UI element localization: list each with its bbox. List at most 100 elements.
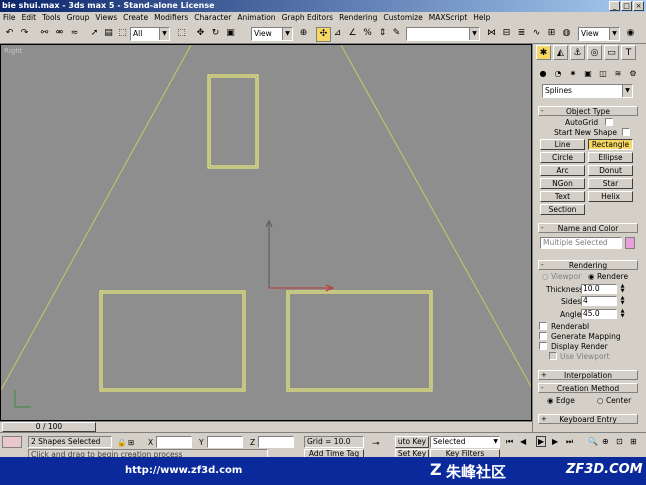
name-color-rollout[interactable]: - Name and Color [538,223,638,233]
renderable-checkbox[interactable] [539,322,547,330]
render-type-dropdown[interactable]: View ▼ [578,27,620,41]
rectangle-button[interactable]: Rectangle [588,139,633,150]
keyboard-entry-rollout[interactable]: + Keyboard Entry [538,414,638,424]
edit-named-selection-icon[interactable]: ✎ [390,27,403,40]
maximize-button[interactable]: □ [621,1,632,11]
select-manipulate-icon[interactable]: ✣ [316,27,331,42]
selection-filter-dropdown[interactable]: All ▼ [130,27,170,41]
ngon-button[interactable]: NGon [540,178,585,189]
menu-rendering[interactable]: Rendering [336,12,380,24]
helix-button[interactable]: Helix [588,191,633,202]
hierarchy-tab-icon[interactable]: ⚓ [570,45,585,60]
menu-modifiers[interactable]: Modifiers [151,12,191,24]
space-warps-icon[interactable]: ≋ [612,68,624,80]
region-select-icon[interactable]: ⬚ [116,27,129,40]
named-selection-dropdown[interactable]: ▼ [406,27,480,41]
thickness-spinner[interactable]: 10.0 [581,284,617,294]
absolute-mode-icon[interactable]: ⊞ [128,438,134,447]
interpolation-rollout[interactable]: + Interpolation [538,370,638,380]
auto-key-button[interactable]: uto Key [395,436,429,448]
motion-tab-icon[interactable]: ◎ [587,45,602,60]
sides-spinner[interactable]: 4 [581,296,617,306]
undo-icon[interactable]: ↶ [3,27,16,40]
sides-spinner-arrows[interactable]: ▲ ▼ [619,296,626,306]
link-icon[interactable]: ⚯ [38,27,51,40]
angle-snap-icon[interactable]: ∠ [346,27,359,40]
menu-graph-editors[interactable]: Graph Editors [279,12,337,24]
next-frame-icon[interactable]: ▶ [552,437,558,446]
maxscript-listener-mini[interactable] [2,436,22,448]
section-button[interactable]: Section [540,204,585,215]
zoom-extents-icon[interactable]: ⊡ [616,437,623,446]
curve-editor-icon[interactable]: ∿ [530,27,543,40]
material-editor-icon[interactable]: ◍ [560,27,573,40]
menu-edit[interactable]: Edit [19,12,40,24]
line-button[interactable]: Line [540,139,585,150]
donut-button[interactable]: Donut [588,165,633,176]
viewport-radio[interactable]: ○ Viewpor [542,272,581,281]
ellipse-button[interactable]: Ellipse [588,152,633,163]
menu-tools[interactable]: Tools [39,12,63,24]
menu-help[interactable]: Help [470,12,493,24]
play-icon[interactable]: ▶ [536,436,547,447]
zoom-extents-all-icon[interactable]: ⊞ [630,437,637,446]
menu-create[interactable]: Create [120,12,151,24]
display-render-checkbox[interactable] [539,342,547,350]
zoom-all-icon[interactable]: ⊕ [602,437,609,446]
text-button[interactable]: Text [540,191,585,202]
rotate-icon[interactable]: ↻ [209,27,222,40]
select-arrow-icon[interactable]: ➚ [88,27,101,40]
shapes-icon[interactable]: ◔ [552,68,564,80]
object-color-swatch[interactable] [625,237,635,249]
minimize-button[interactable]: _ [609,1,620,11]
layers-icon[interactable]: ≣ [515,27,528,40]
systems-icon[interactable]: ⚙ [627,68,639,80]
move-icon[interactable]: ✥ [194,27,207,40]
menu-file[interactable]: File [0,12,19,24]
angle-spinner[interactable]: 45.0 [581,309,617,319]
display-tab-icon[interactable]: ▭ [604,45,619,60]
helpers-icon[interactable]: ◫ [597,68,609,80]
close-button[interactable]: × [633,1,644,11]
geometry-icon[interactable]: ● [537,68,549,80]
thickness-spinner-arrows[interactable]: ▲ ▼ [619,284,626,294]
object-name-field[interactable]: Multiple Selected [540,237,622,249]
start-new-shape-checkbox[interactable] [622,128,630,136]
object-type-rollout[interactable]: - Object Type [538,106,638,116]
category-dropdown[interactable]: Splines ▼ [542,84,633,98]
autogrid-checkbox[interactable] [605,118,613,126]
time-slider-thumb[interactable]: 0 / 100 [2,422,96,432]
angle-spinner-arrows[interactable]: ▲ ▼ [619,309,626,319]
menu-group[interactable]: Group [64,12,93,24]
star-button[interactable]: Star [588,178,633,189]
viewport-right[interactable]: Right [0,44,532,421]
align-icon[interactable]: ⊟ [500,27,513,40]
x-coordinate-field[interactable] [156,436,192,448]
selected-key-dropdown[interactable]: Selected ▼ [430,436,500,448]
creation-method-rollout[interactable]: - Creation Method [538,383,638,393]
zoom-icon[interactable]: 🔍 [588,437,598,446]
bind-space-warp-icon[interactable]: ≈ [68,27,81,40]
utilities-tab-icon[interactable]: T [621,45,636,60]
unlink-icon[interactable]: ⚮ [53,27,66,40]
pivot-center-icon[interactable]: ⊕ [297,27,310,40]
arc-button[interactable]: Arc [540,165,585,176]
menu-views[interactable]: Views [92,12,120,24]
circle-button[interactable]: Circle [540,152,585,163]
window-crossing-icon[interactable]: ⬚ [175,27,188,40]
percent-snap-icon[interactable]: % [361,27,374,40]
select-by-name-icon[interactable]: ▤ [102,27,115,40]
edge-radio[interactable]: ◉ Edge [547,396,575,405]
menu-maxscript[interactable]: MAXScript [426,12,471,24]
use-viewport-checkbox[interactable] [549,352,557,360]
center-radio[interactable]: ○ Center [597,396,631,405]
previous-frame-icon[interactable]: ◀ [520,437,526,446]
time-slider[interactable]: 0 / 100 [0,421,532,432]
menu-animation[interactable]: Animation [234,12,278,24]
rendering-rollout[interactable]: - Rendering [538,260,638,270]
generate-mapping-checkbox[interactable] [539,332,547,340]
redo-icon[interactable]: ↷ [18,27,31,40]
create-tab-icon[interactable]: ✱ [536,45,551,60]
goto-start-icon[interactable]: ⏮ [506,437,513,447]
mirror-icon[interactable]: ⋈ [485,27,498,40]
